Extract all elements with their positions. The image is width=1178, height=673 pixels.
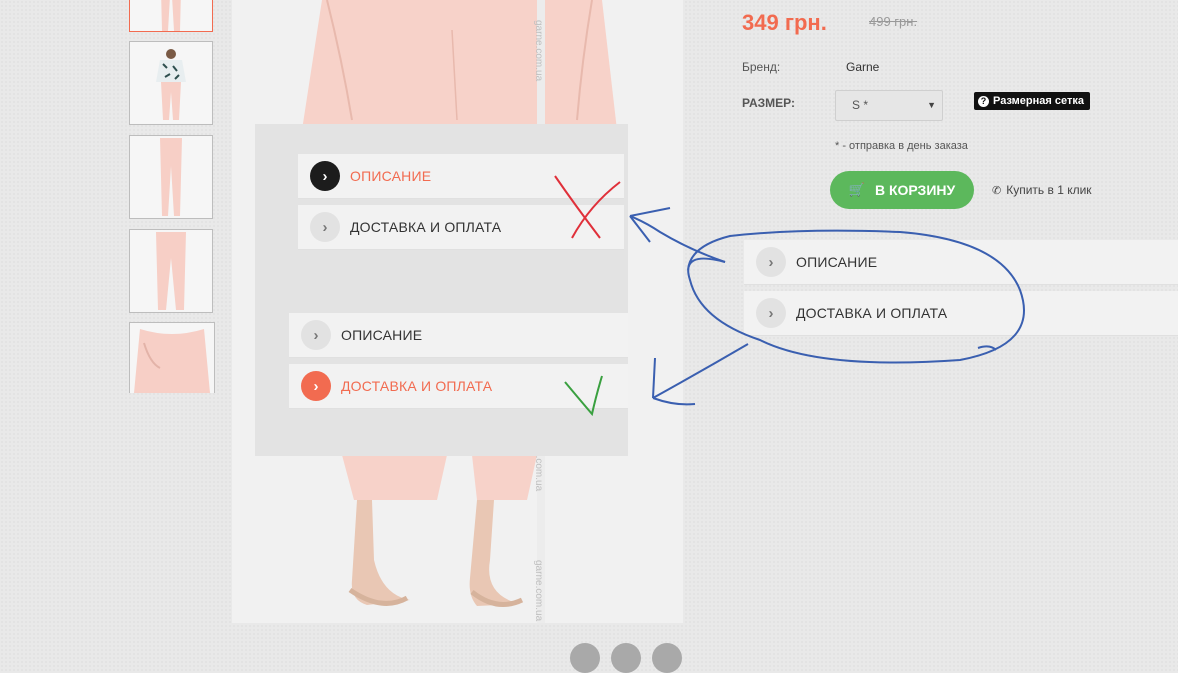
thumbnail-2[interactable] bbox=[129, 41, 213, 125]
chevron-right-icon: › bbox=[756, 247, 786, 277]
thumbnail-1[interactable] bbox=[129, 0, 213, 32]
accordion-item-delivery-right[interactable]: › ДОСТАВКА И ОПЛАТА bbox=[289, 364, 628, 409]
caret-down-icon: ▼ bbox=[927, 100, 936, 110]
accordion-label: ДОСТАВКА И ОПЛАТА bbox=[341, 378, 493, 394]
watermark-top: garne.com.ua bbox=[533, 20, 544, 82]
accordion-label: ДОСТАВКА И ОПЛАТА bbox=[796, 305, 948, 321]
product-price: 349 грн. bbox=[742, 10, 827, 35]
size-select[interactable]: S * ▼ bbox=[835, 90, 943, 121]
brand-value[interactable]: Garne bbox=[846, 60, 879, 74]
accordion-item-description-wrong[interactable]: › ОПИСАНИЕ bbox=[298, 154, 624, 199]
chevron-right-icon: › bbox=[756, 298, 786, 328]
accordion-label: ОПИСАНИЕ bbox=[796, 254, 878, 270]
size-chart-label: Размерная сетка bbox=[993, 95, 1084, 107]
buy-one-click-label: Купить в 1 клик bbox=[1006, 183, 1092, 197]
brand-label: Бренд: bbox=[742, 60, 781, 74]
add-to-cart-button[interactable]: 🛒 В КОРЗИНУ bbox=[830, 171, 974, 209]
phone-icon: ✆ bbox=[992, 185, 1002, 197]
watermark-bottom: garne.com.ua bbox=[533, 560, 544, 622]
chevron-right-icon: › bbox=[310, 212, 340, 242]
chevron-right-icon: › bbox=[310, 161, 340, 191]
size-chart-button[interactable]: ? Размерная сетка bbox=[974, 92, 1090, 110]
thumbnail-4[interactable] bbox=[129, 229, 213, 313]
thumbnail-5[interactable] bbox=[129, 322, 215, 393]
question-icon: ? bbox=[978, 95, 989, 107]
chevron-right-icon: › bbox=[301, 371, 331, 401]
chevron-right-icon: › bbox=[301, 320, 331, 350]
cart-icon: 🛒 bbox=[848, 182, 865, 197]
size-select-value: S * bbox=[852, 98, 869, 112]
accordion-item-description[interactable]: › ОПИСАНИЕ bbox=[744, 240, 1178, 285]
product-old-price: 499 грн. bbox=[869, 14, 918, 29]
accordion-item-delivery[interactable]: › ДОСТАВКА И ОПЛАТА bbox=[744, 291, 1178, 336]
buy-one-click-link[interactable]: ✆ Купить в 1 клик bbox=[992, 183, 1092, 197]
accordion-label: ДОСТАВКА И ОПЛАТА bbox=[350, 219, 502, 235]
accordion-label: ОПИСАНИЕ bbox=[341, 327, 423, 343]
shipping-note: * - отправка в день заказа bbox=[835, 140, 968, 152]
social-share-button-3[interactable] bbox=[652, 643, 682, 673]
accordion-item-description-right[interactable]: › ОПИСАНИЕ bbox=[289, 313, 628, 358]
social-share-button-2[interactable] bbox=[611, 643, 641, 673]
add-to-cart-label: В КОРЗИНУ bbox=[874, 182, 956, 198]
size-label: РАЗМЕР: bbox=[742, 96, 795, 110]
accordion-item-delivery-wrong[interactable]: › ДОСТАВКА И ОПЛАТА bbox=[298, 205, 624, 250]
accordion-label: ОПИСАНИЕ bbox=[350, 168, 432, 184]
thumbnail-3[interactable] bbox=[129, 135, 213, 219]
social-share-button-1[interactable] bbox=[570, 643, 600, 673]
